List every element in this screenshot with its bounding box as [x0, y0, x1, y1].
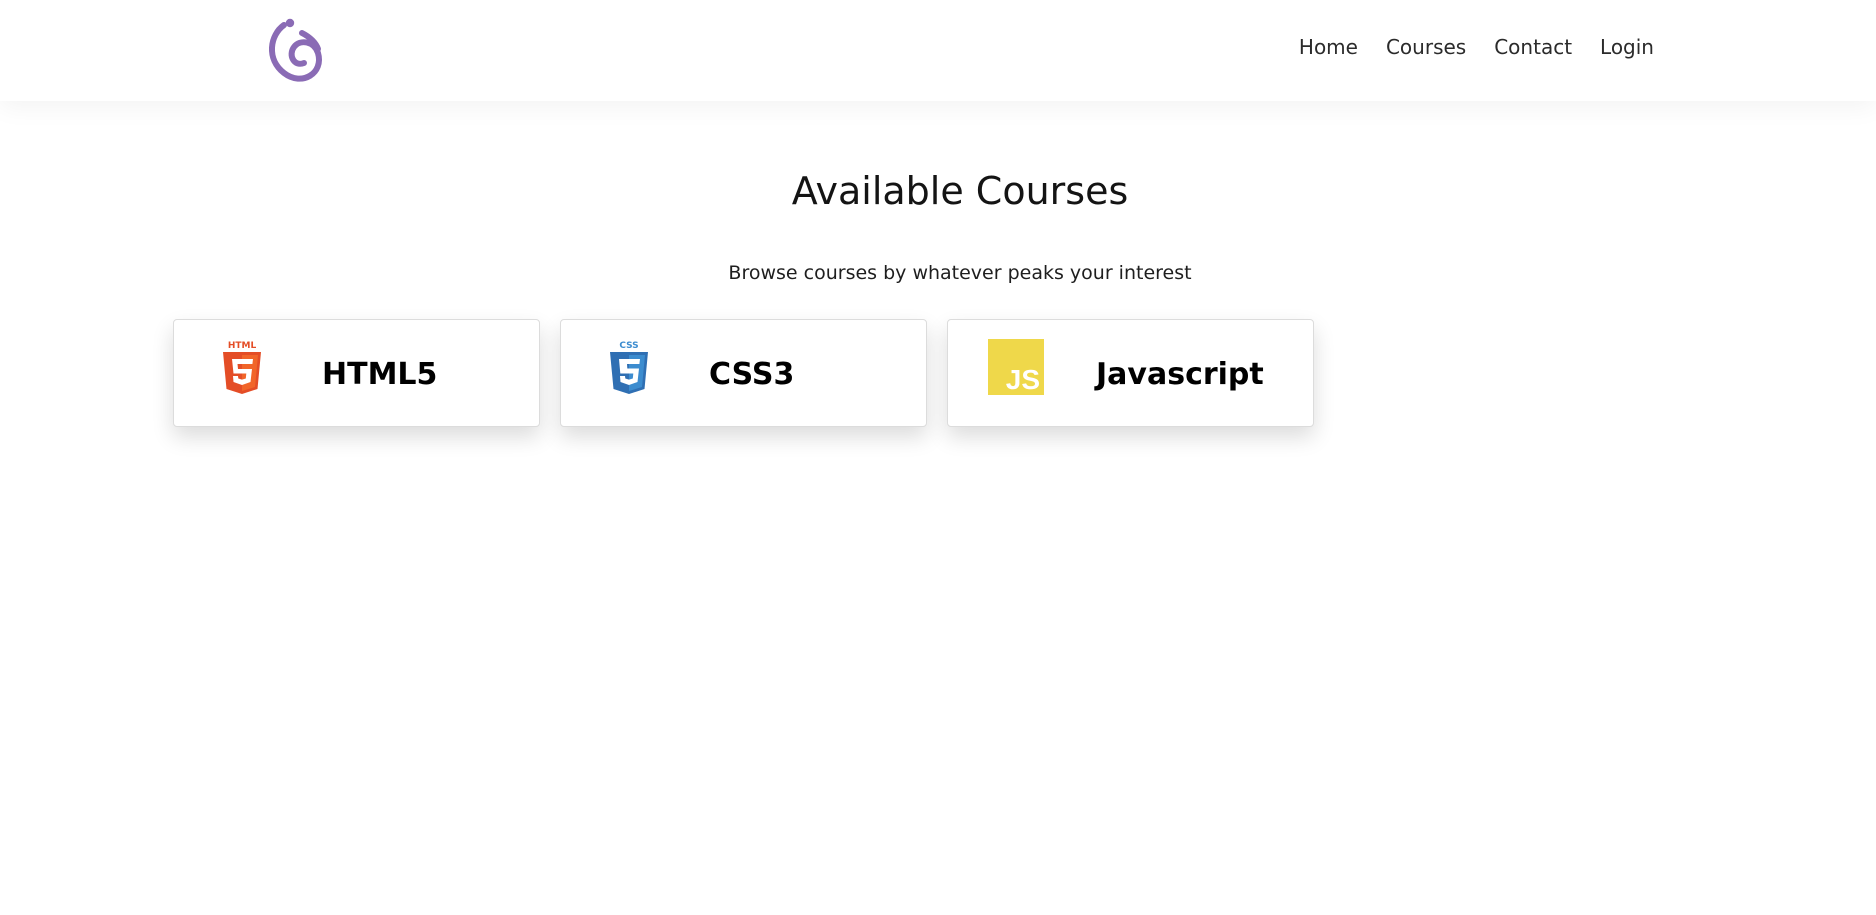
logo-spiral-icon[interactable] — [262, 15, 324, 83]
main-content: Available Courses Browse courses by what… — [0, 101, 1876, 915]
course-card-javascript[interactable]: JS Javascript — [947, 319, 1314, 427]
course-list: HTML HTML5 CSS CSS3 JS Javascript — [173, 319, 1314, 427]
html5-icon: HTML — [214, 339, 270, 395]
js-badge-text: JS — [1005, 364, 1040, 395]
main-nav: Home Courses Contact Login — [1285, 30, 1654, 64]
course-label: HTML5 — [322, 357, 438, 392]
js-badge: JS — [988, 339, 1044, 395]
page-title: Available Courses — [791, 169, 1129, 213]
navbar: Home Courses Contact Login — [0, 0, 1876, 101]
nav-login-link[interactable]: Login — [1586, 30, 1654, 64]
javascript-icon: JS — [988, 339, 1044, 395]
nav-courses-link[interactable]: Courses — [1372, 30, 1480, 64]
course-label: CSS3 — [709, 357, 795, 392]
page-subtitle: Browse courses by whatever peaks your in… — [728, 262, 1192, 284]
course-label: Javascript — [1096, 357, 1264, 392]
course-card-css3[interactable]: CSS CSS3 — [560, 319, 927, 427]
nav-home-link[interactable]: Home — [1285, 30, 1372, 64]
html5-icon-text: HTML — [228, 341, 257, 351]
course-card-html5[interactable]: HTML HTML5 — [173, 319, 540, 427]
css3-icon-text: CSS — [619, 341, 638, 351]
nav-contact-link[interactable]: Contact — [1480, 30, 1586, 64]
css3-icon: CSS — [601, 339, 657, 395]
